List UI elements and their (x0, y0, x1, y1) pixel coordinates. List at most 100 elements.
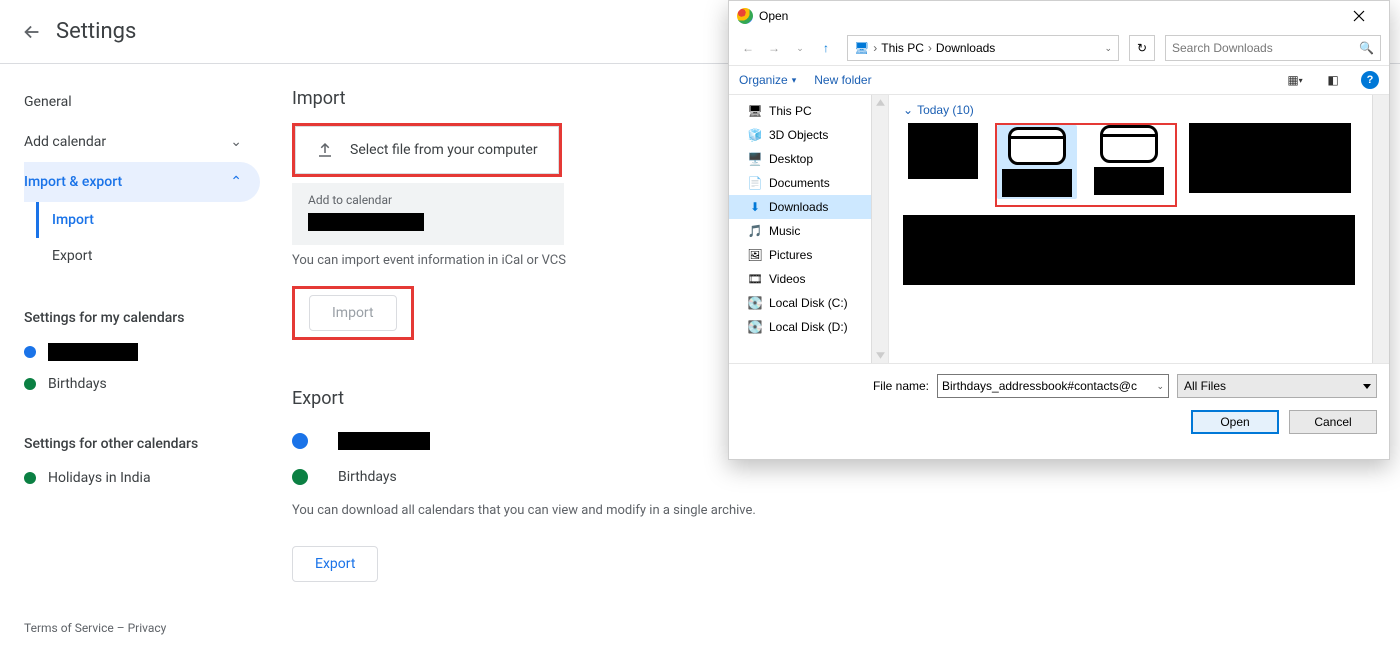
calendar-color-dot (24, 472, 36, 484)
tree-documents[interactable]: 📄Documents (729, 171, 888, 195)
privacy-link[interactable]: Privacy (128, 621, 167, 635)
sidebar-item-label: Export (52, 248, 92, 264)
tree-this-pc[interactable]: 🖥This PC (729, 99, 888, 123)
tree-label: Downloads (769, 200, 828, 214)
button-label: Export (315, 556, 355, 572)
preview-pane-button[interactable]: ◧ (1323, 70, 1343, 90)
export-button[interactable]: Export (292, 546, 378, 582)
add-to-calendar-field[interactable]: Add to calendar (292, 183, 564, 245)
placeholder-text: Search Downloads (1172, 41, 1273, 55)
button-label: Organize (739, 73, 788, 87)
sidebar-subnav: Import Export (24, 202, 260, 274)
file-name-input[interactable]: ⌄ (937, 374, 1169, 398)
help-button[interactable]: ? (1361, 71, 1379, 89)
nav-recent-button[interactable]: ⌄ (789, 37, 811, 59)
cube-icon: 🧊 (747, 127, 763, 143)
file-thumbnail[interactable] (903, 215, 1355, 285)
highlight-import: Import (292, 286, 414, 340)
import-button[interactable]: Import (309, 295, 397, 331)
tree-label: This PC (769, 104, 812, 118)
refresh-button[interactable]: ↻ (1129, 35, 1155, 61)
organize-button[interactable]: Organize ▾ (739, 73, 796, 87)
breadcrumb-segment[interactable]: Downloads (936, 41, 995, 55)
tree-label: Pictures (769, 248, 812, 262)
sidebar-heading-other-calendars: Settings for other calendars (24, 426, 260, 462)
tree-local-c[interactable]: 💽Local Disk (C:) (729, 291, 888, 315)
folder-tree: 🖥This PC 🧊 3D Objects 🖥️ Desktop 📄Document… (729, 95, 889, 363)
tree-videos[interactable]: 🎞Videos (729, 267, 888, 291)
file-list: ⌄Today (10) (889, 95, 1389, 363)
file-thumbnail[interactable] (1089, 125, 1169, 199)
separator: – (114, 621, 128, 635)
sidebar-sub-import[interactable]: Import (36, 202, 260, 238)
file-thumbnail-selected[interactable] (997, 125, 1077, 199)
breadcrumb[interactable]: 🖥 › This PC › Downloads ⌄ (847, 35, 1119, 61)
calendar-color-dot (24, 346, 36, 358)
music-icon: 🎵 (747, 223, 763, 239)
search-input[interactable]: Search Downloads 🔍 (1165, 35, 1381, 61)
calendar-item-holidays[interactable]: Holidays in India (24, 462, 260, 494)
chevron-down-icon: ⌄ (230, 134, 242, 150)
nav-forward-button[interactable]: → (763, 37, 785, 59)
chevron-right-icon: › (873, 41, 877, 55)
tree-label: Desktop (769, 152, 813, 166)
breadcrumb-segment[interactable]: This PC (881, 41, 924, 55)
nav-up-button[interactable]: ↑ (815, 37, 837, 59)
calendar-item-birthdays[interactable]: Birthdays (24, 368, 260, 400)
calendar-label: Holidays in India (48, 470, 151, 486)
tree-label: 3D Objects (769, 128, 828, 142)
arrow-left-icon (21, 21, 43, 43)
scrollbar[interactable] (1372, 95, 1389, 363)
sidebar-item-general[interactable]: General (24, 82, 260, 122)
sidebar-item-import-export[interactable]: Import & export ⌃ (24, 162, 260, 202)
tree-downloads[interactable]: ⬇Downloads (729, 195, 888, 219)
chrome-icon (737, 8, 753, 24)
chevron-right-icon: › (928, 41, 932, 55)
desktop-icon: 🖥️ (747, 151, 763, 167)
tree-desktop[interactable]: 🖥️ Desktop (729, 147, 888, 171)
back-button[interactable] (12, 12, 52, 52)
chevron-down-icon: ▾ (792, 75, 797, 86)
tree-local-d[interactable]: 💽Local Disk (D:) (729, 315, 888, 339)
nav-back-button[interactable]: ← (737, 37, 759, 59)
tree-pictures[interactable]: 🖼 Pictures (729, 243, 888, 267)
view-options-button[interactable]: ▦ ▾ (1285, 70, 1305, 90)
calendar-label: Birthdays (48, 376, 107, 392)
drive-icon: 💽 (747, 319, 763, 335)
search-icon: 🔍 (1359, 41, 1374, 55)
new-folder-button[interactable]: New folder (814, 73, 871, 87)
redacted-text (48, 343, 138, 361)
sidebar-item-label: Import (52, 212, 94, 228)
sidebar-sub-export[interactable]: Export (36, 238, 260, 274)
highlight-select-file: Select file from your computer (292, 123, 562, 177)
calendar-color-dot (24, 378, 36, 390)
file-thumbnail[interactable] (903, 123, 983, 179)
chevron-down-icon[interactable]: ⌄ (1104, 43, 1112, 54)
calendar-item-primary[interactable] (24, 336, 260, 368)
dialog-titlebar: Open (729, 1, 1389, 31)
tree-music[interactable]: 🎵 Music (729, 219, 888, 243)
field-label: Add to calendar (308, 193, 548, 207)
redacted-text (338, 432, 430, 450)
terms-link[interactable]: Terms of Service (24, 621, 114, 635)
chevron-down-icon[interactable]: ⌄ (1156, 381, 1164, 392)
select-file-button[interactable]: Select file from your computer (295, 126, 559, 174)
close-button[interactable] (1337, 2, 1381, 30)
tree-3d-objects[interactable]: 🧊 3D Objects (729, 123, 888, 147)
open-button[interactable]: Open (1191, 410, 1279, 434)
upload-icon (316, 141, 334, 159)
tree-label: Local Disk (C:) (769, 296, 848, 310)
file-type-filter[interactable]: All Files (1177, 374, 1377, 398)
button-label: Open (1220, 415, 1249, 429)
file-thumbnail[interactable] (1189, 123, 1351, 193)
breadcrumb-label: This PC (881, 41, 924, 55)
file-name-field[interactable] (942, 379, 1156, 393)
tree-label: Music (769, 224, 800, 238)
tree-label: Documents (769, 176, 830, 190)
breadcrumb-label: Downloads (936, 41, 995, 55)
scrollbar[interactable] (871, 95, 888, 363)
picture-icon: 🖼 (747, 247, 763, 263)
sidebar-item-add-calendar[interactable]: Add calendar ⌄ (24, 122, 260, 162)
group-today[interactable]: ⌄Today (10) (903, 101, 1379, 123)
cancel-button[interactable]: Cancel (1289, 410, 1377, 434)
